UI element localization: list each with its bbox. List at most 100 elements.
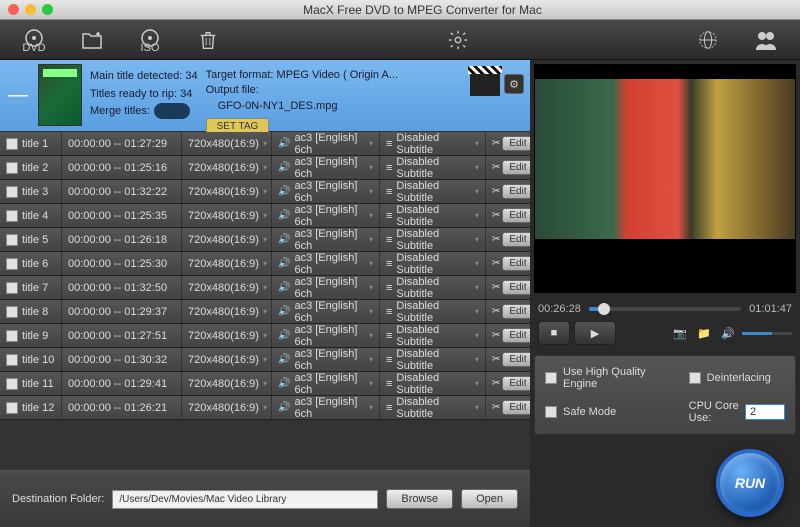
audio-icon: 🔊 (278, 162, 290, 173)
title-row[interactable]: title 1 00:00:00 -- 01:27:29 720x480(16:… (0, 132, 530, 156)
main-toolbar: DVD ISO (0, 20, 800, 60)
edit-button[interactable]: Edit (502, 184, 530, 199)
title-resolution: 720x480(16:9) (188, 402, 259, 414)
edit-button[interactable]: Edit (502, 208, 530, 223)
stop-button[interactable]: ■ (538, 321, 570, 345)
scissors-icon: ✂ (492, 354, 500, 365)
title-time: 00:00:00 -- 01:25:35 (68, 210, 167, 222)
open-folder-button[interactable]: 📁 (694, 321, 714, 345)
dvd-icon[interactable]: DVD (20, 26, 48, 54)
title-time: 00:00:00 -- 01:25:16 (68, 162, 167, 174)
title-row[interactable]: title 7 00:00:00 -- 01:32:50 720x480(16:… (0, 276, 530, 300)
title-row[interactable]: title 10 00:00:00 -- 01:30:32 720x480(16… (0, 348, 530, 372)
title-row[interactable]: title 2 00:00:00 -- 01:25:16 720x480(16:… (0, 156, 530, 180)
title-name: title 10 (22, 354, 54, 366)
cpu-label: CPU Core Use: (689, 400, 739, 424)
merge-toggle[interactable] (154, 103, 190, 119)
clapper-icon[interactable] (470, 72, 500, 96)
output-file: GFO-0N-NY1_DES.mpg (206, 99, 398, 114)
title-row[interactable]: title 8 00:00:00 -- 01:29:37 720x480(16:… (0, 300, 530, 324)
edit-button[interactable]: Edit (502, 160, 530, 175)
open-button[interactable]: Open (461, 489, 518, 509)
edit-button[interactable]: Edit (502, 280, 530, 295)
title-checkbox[interactable] (6, 402, 18, 414)
trash-icon[interactable] (194, 26, 222, 54)
edit-button[interactable]: Edit (502, 304, 530, 319)
titlebar: MacX Free DVD to MPEG Converter for Mac (0, 0, 800, 20)
output-settings-button[interactable]: ⚙ (504, 74, 524, 94)
safemode-checkbox[interactable] (545, 406, 557, 418)
settings-icon[interactable] (444, 26, 472, 54)
iso-icon[interactable]: ISO (136, 26, 164, 54)
collapse-button[interactable]: — (6, 64, 30, 127)
title-resolution: 720x480(16:9) (188, 210, 259, 222)
hq-checkbox[interactable] (545, 372, 557, 384)
title-checkbox[interactable] (6, 138, 18, 150)
maximize-window-button[interactable] (42, 4, 53, 15)
scissors-icon: ✂ (492, 306, 500, 317)
close-window-button[interactable] (8, 4, 19, 15)
title-checkbox[interactable] (6, 234, 18, 246)
title-checkbox[interactable] (6, 354, 18, 366)
audio-icon: 🔊 (278, 258, 290, 269)
title-name: title 3 (22, 186, 48, 198)
titles-ready: Titles ready to rip: 34 (90, 86, 198, 104)
title-row[interactable]: title 6 00:00:00 -- 01:25:30 720x480(16:… (0, 252, 530, 276)
title-name: title 6 (22, 258, 48, 270)
snapshot-button[interactable]: 📷 (670, 321, 690, 345)
title-resolution: 720x480(16:9) (188, 186, 259, 198)
title-checkbox[interactable] (6, 282, 18, 294)
play-button[interactable]: ▶ (574, 321, 616, 345)
title-row[interactable]: title 11 00:00:00 -- 01:29:41 720x480(16… (0, 372, 530, 396)
title-row[interactable]: title 3 00:00:00 -- 01:32:22 720x480(16:… (0, 180, 530, 204)
title-row[interactable]: title 9 00:00:00 -- 01:27:51 720x480(16:… (0, 324, 530, 348)
title-checkbox[interactable] (6, 210, 18, 222)
hq-label: Use High Quality Engine (563, 366, 683, 390)
subtitle-icon: ≡ (386, 210, 392, 222)
scissors-icon: ✂ (492, 330, 500, 341)
web-icon[interactable] (694, 26, 722, 54)
title-checkbox[interactable] (6, 162, 18, 174)
title-time: 00:00:00 -- 01:32:50 (68, 282, 167, 294)
title-resolution: 720x480(16:9) (188, 162, 259, 174)
title-row[interactable]: title 12 00:00:00 -- 01:26:21 720x480(16… (0, 396, 530, 420)
title-time: 00:00:00 -- 01:29:41 (68, 378, 167, 390)
title-time: 00:00:00 -- 01:27:51 (68, 330, 167, 342)
destination-input[interactable] (112, 490, 378, 509)
cpu-core-select[interactable] (745, 404, 785, 420)
subtitle-icon: ≡ (386, 162, 392, 174)
edit-button[interactable]: Edit (502, 232, 530, 247)
minimize-window-button[interactable] (25, 4, 36, 15)
edit-button[interactable]: Edit (502, 328, 530, 343)
browse-button[interactable]: Browse (386, 489, 453, 509)
edit-button[interactable]: Edit (502, 400, 530, 415)
subtitle-icon: ≡ (386, 354, 392, 366)
title-time: 00:00:00 -- 01:32:22 (68, 186, 167, 198)
edit-button[interactable]: Edit (502, 376, 530, 391)
title-subtitle: Disabled Subtitle (396, 300, 471, 324)
users-icon[interactable] (752, 26, 780, 54)
title-audio: ac3 [English] 6ch (294, 372, 365, 396)
run-button[interactable]: RUN (716, 449, 784, 517)
volume-icon[interactable]: 🔊 (718, 321, 738, 345)
subtitle-icon: ≡ (386, 330, 392, 342)
title-name: title 7 (22, 282, 48, 294)
add-folder-icon[interactable] (78, 26, 106, 54)
main-title-detected: Main title detected: 34 (90, 68, 198, 86)
title-name: title 2 (22, 162, 48, 174)
title-audio: ac3 [English] 6ch (294, 180, 365, 204)
volume-slider[interactable] (742, 332, 792, 335)
title-row[interactable]: title 5 00:00:00 -- 01:26:18 720x480(16:… (0, 228, 530, 252)
deinterlace-checkbox[interactable] (689, 372, 701, 384)
title-checkbox[interactable] (6, 306, 18, 318)
title-checkbox[interactable] (6, 186, 18, 198)
edit-button[interactable]: Edit (502, 136, 530, 151)
scissors-icon: ✂ (492, 162, 500, 173)
title-row[interactable]: title 4 00:00:00 -- 01:25:35 720x480(16:… (0, 204, 530, 228)
timeline-slider[interactable] (589, 307, 741, 311)
edit-button[interactable]: Edit (502, 256, 530, 271)
title-checkbox[interactable] (6, 378, 18, 390)
title-checkbox[interactable] (6, 258, 18, 270)
title-checkbox[interactable] (6, 330, 18, 342)
edit-button[interactable]: Edit (502, 352, 530, 367)
